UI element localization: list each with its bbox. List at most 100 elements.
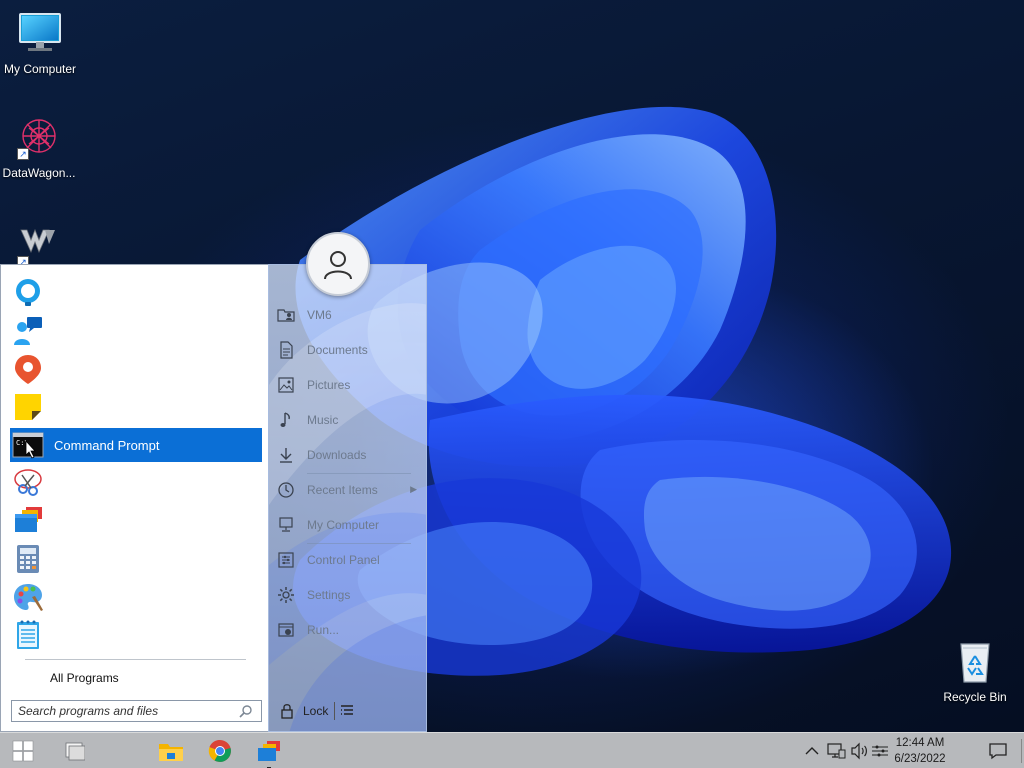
desktop-icon-my-computer[interactable]: My Computer [0, 10, 80, 76]
place-item-label: My Computer [307, 518, 380, 532]
desktop[interactable]: My Computer ↗ DataWagon... ↗ Recycle Bin… [0, 0, 1024, 732]
run-icon [277, 621, 295, 639]
recycle-bin-icon [951, 638, 999, 686]
desktop-icon-label: DataWagon... [2, 166, 76, 180]
windows-logo-icon [12, 740, 34, 762]
task-view-button[interactable] [56, 735, 92, 767]
program-item-tips[interactable] [10, 276, 262, 310]
shortcut-arrow-icon: ↗ [17, 148, 29, 160]
list-menu-icon [341, 705, 353, 715]
divider [307, 473, 411, 474]
monitor-icon [16, 10, 64, 58]
lock-icon [279, 703, 295, 719]
search-box[interactable] [11, 700, 262, 722]
place-item-recent-items[interactable]: Recent Items ▶ [277, 475, 421, 505]
place-item-label: Recent Items [307, 483, 378, 497]
system-tray: 12:44 AM 6/23/2022 [792, 733, 1024, 768]
clock[interactable]: 12:44 AM 6/23/2022 [888, 735, 952, 767]
chrome-icon [208, 739, 231, 762]
divider [307, 543, 411, 544]
winstep-taskbar-button[interactable] [251, 735, 287, 768]
desktop-icon-label: My Computer [3, 62, 77, 76]
picture-icon [277, 376, 295, 394]
desktop-icon-datawagon[interactable]: ↗ DataWagon... [0, 114, 79, 180]
clock-time: 12:44 AM [895, 737, 945, 749]
program-item-command-prompt[interactable]: C:\ Command Prompt [10, 428, 262, 462]
notification-center-button[interactable] [988, 741, 1008, 761]
power-options-menu-button[interactable] [339, 702, 355, 720]
chat-bubble-icon [989, 743, 1007, 760]
download-arrow-icon [277, 446, 295, 464]
place-item-my-computer[interactable]: My Computer [277, 510, 421, 540]
place-item-run[interactable]: Run... [277, 615, 421, 645]
place-item-label: VM6 [307, 308, 332, 322]
stacked-folders-icon [258, 741, 280, 761]
taskbar: 12:44 AM 6/23/2022 [0, 732, 1024, 768]
desktop-icon-label: Recycle Bin [943, 690, 1007, 704]
volume-icon[interactable] [850, 741, 870, 761]
submenu-arrow-icon: ▶ [410, 484, 417, 494]
input-indicator-icon[interactable] [870, 741, 890, 761]
search-input[interactable] [18, 704, 237, 718]
program-item-label: Command Prompt [54, 437, 160, 453]
datawagon-icon: ↗ [15, 114, 63, 162]
place-item-downloads[interactable]: Downloads [277, 440, 421, 470]
program-item-calculator[interactable] [10, 542, 262, 576]
command-prompt-icon: C:\ [12, 429, 44, 461]
tips-lightbulb-icon [12, 277, 44, 309]
place-item-pictures[interactable]: Pictures [277, 370, 421, 400]
place-item-label: Documents [307, 343, 368, 357]
place-item-settings[interactable]: Settings [277, 580, 421, 610]
computer-icon [277, 516, 295, 534]
search-icon[interactable] [237, 702, 255, 720]
divider [25, 659, 246, 660]
program-item-snipping-tool[interactable] [10, 466, 262, 500]
people-chat-icon [12, 315, 44, 347]
place-item-music[interactable]: Music [277, 405, 421, 435]
winstep-shortcut-icon: ↗ [15, 222, 63, 270]
show-desktop-button[interactable] [1021, 739, 1022, 763]
start-menu-places-pane: VM6 Documents Pictures Music Downloads R… [268, 264, 427, 732]
user-icon [324, 251, 352, 280]
place-item-label: Control Panel [307, 553, 380, 567]
program-item-file-explorer[interactable] [10, 504, 262, 538]
calculator-icon [12, 543, 44, 575]
paint-icon [12, 581, 44, 613]
program-item-sticky-notes[interactable] [10, 390, 262, 424]
place-item-label: Music [307, 413, 339, 427]
snipping-tool-icon [12, 467, 44, 499]
program-item-people[interactable] [10, 314, 262, 348]
task-view-icon [65, 742, 85, 761]
start-button[interactable] [5, 735, 41, 767]
divider [334, 702, 335, 720]
start-menu-programs-pane: C:\ Command Prompt All Programs Search p… [0, 264, 268, 732]
program-item-notepad[interactable] [10, 618, 262, 652]
place-item-user-folder[interactable]: VM6 [277, 300, 421, 330]
clock-icon [277, 481, 295, 499]
clock-date: 6/23/2022 [894, 753, 946, 765]
start-menu: C:\ Command Prompt All Programs Search p… [0, 232, 427, 732]
place-item-label: Downloads [307, 448, 367, 462]
maps-pin-icon [12, 353, 44, 385]
gear-icon [277, 586, 295, 604]
network-icon[interactable] [826, 741, 846, 761]
desktop-icon-recycle-bin[interactable]: Recycle Bin [935, 638, 1015, 704]
document-icon [277, 341, 295, 359]
lock-label: Lock [303, 704, 329, 718]
place-item-documents[interactable]: Documents [277, 335, 421, 365]
notepad-icon [12, 619, 44, 651]
place-item-control-panel[interactable]: Control Panel [277, 545, 421, 575]
program-item-maps[interactable] [10, 352, 262, 386]
chevron-up-icon[interactable] [802, 741, 822, 761]
music-note-icon [277, 411, 295, 429]
control-panel-icon [277, 551, 295, 569]
lock-button[interactable]: Lock [279, 699, 328, 723]
program-item-paint[interactable] [10, 580, 262, 614]
chrome-taskbar-button[interactable] [202, 735, 238, 767]
user-avatar[interactable] [306, 232, 370, 296]
sticky-notes-icon [12, 391, 44, 423]
user-folder-icon [277, 306, 295, 324]
file-explorer-folders-icon [12, 505, 44, 537]
all-programs-button[interactable]: All Programs [50, 671, 119, 685]
file-explorer-taskbar-button[interactable] [153, 735, 189, 767]
